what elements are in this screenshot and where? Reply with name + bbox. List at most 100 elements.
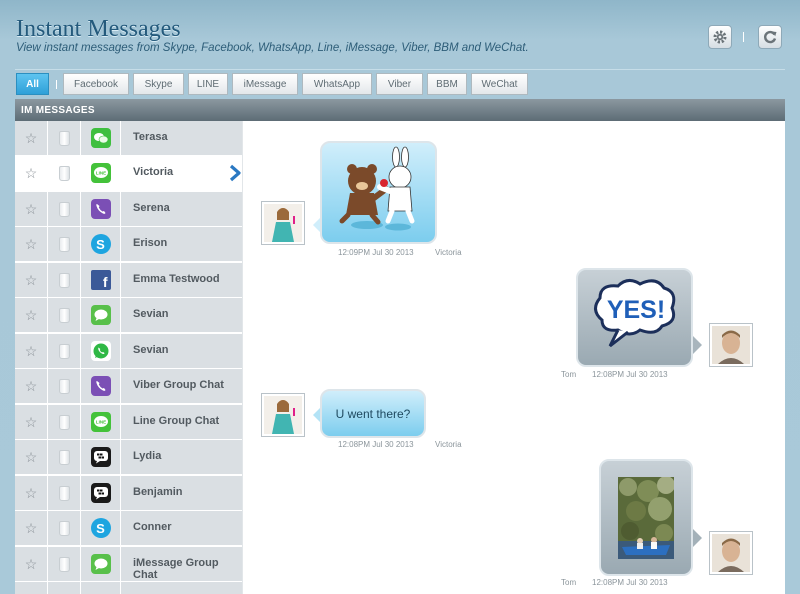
message-bubble-sticker[interactable] <box>320 141 437 244</box>
page-title: Instant Messages <box>16 16 181 42</box>
contact-name: Victoria <box>133 166 174 178</box>
contact-row[interactable]: ☆ Terasa <box>15 121 242 156</box>
message-timestamp: 12:08PM Jul 30 2013 <box>338 440 414 449</box>
section-title: IM MESSAGES <box>15 99 785 121</box>
header-rule <box>15 69 785 70</box>
trash-icon[interactable] <box>58 414 70 430</box>
sticker-image <box>339 146 415 231</box>
tab-all[interactable]: All <box>16 73 49 95</box>
star-icon[interactable]: ☆ <box>25 378 38 395</box>
avatar <box>261 201 305 245</box>
trash-icon[interactable] <box>58 236 70 252</box>
conversation-view: 12:09PM Jul 30 2013 Victoria YES! Tom 12… <box>242 121 785 594</box>
contact-row[interactable]: ☆ iMessage Group Chat <box>15 547 242 582</box>
trash-icon[interactable] <box>58 201 70 217</box>
contact-row[interactable]: ☆ f Emma Testwood <box>15 263 242 298</box>
star-icon[interactable]: ☆ <box>25 556 38 573</box>
star-icon[interactable]: ☆ <box>25 272 38 289</box>
trash-icon[interactable] <box>58 556 70 572</box>
message-sender: Tom <box>561 370 577 379</box>
avatar <box>709 323 753 367</box>
contact-name: Benjamin <box>133 486 183 498</box>
tab-viber[interactable]: Viber <box>376 73 423 95</box>
star-icon[interactable]: ☆ <box>25 307 38 324</box>
contact-name: iMessage Group Chat <box>133 557 219 581</box>
avatar <box>709 531 753 575</box>
contact-row[interactable]: ☆ Benjamin <box>15 476 242 511</box>
contact-row[interactable]: ☆ S Conner <box>15 511 242 546</box>
contact-row[interactable]: ☆ Lydia <box>15 440 242 475</box>
trash-icon[interactable] <box>58 272 70 288</box>
star-icon[interactable]: ☆ <box>25 520 38 537</box>
tab-whatsapp[interactable]: WhatsApp <box>302 73 372 95</box>
trash-icon[interactable] <box>58 378 70 394</box>
bbm-icon <box>90 483 111 503</box>
contact-row[interactable]: ☆ LINE Line Group Chat <box>15 405 242 440</box>
skype-icon: S <box>90 518 111 538</box>
sticker-image: YES! <box>594 279 676 348</box>
message-bubble-photo[interactable] <box>599 459 693 576</box>
contact-name: Emma Testwood <box>133 273 220 285</box>
contact-name: Lydia <box>133 450 162 462</box>
contact-name: Serena <box>133 202 170 214</box>
settings-button[interactable] <box>708 25 732 49</box>
trash-icon[interactable] <box>58 130 70 146</box>
trash-icon[interactable] <box>58 343 70 359</box>
contact-row[interactable] <box>15 582 242 594</box>
bubble-tail <box>693 529 702 547</box>
imessage-icon <box>90 305 111 325</box>
svg-text:LINE: LINE <box>95 420 105 425</box>
contact-name: Erison <box>133 237 168 249</box>
viber-icon <box>90 376 111 396</box>
refresh-button[interactable] <box>758 25 782 49</box>
star-icon[interactable]: ☆ <box>25 414 38 431</box>
page-subtitle: View instant messages from Skype, Facebo… <box>16 42 529 54</box>
contact-row[interactable]: ☆ Viber Group Chat <box>15 369 242 404</box>
avatar <box>261 393 305 437</box>
tab-bbm[interactable]: BBM <box>427 73 467 95</box>
tab-imessage[interactable]: iMessage <box>232 73 298 95</box>
line-icon: LINE <box>90 163 111 183</box>
contact-row[interactable]: ☆ S Erison <box>15 227 242 262</box>
trash-icon[interactable] <box>58 449 70 465</box>
tab-facebook[interactable]: Facebook <box>63 73 129 95</box>
whatsapp-icon <box>90 341 111 361</box>
message-timestamp: 12:09PM Jul 30 2013 <box>338 248 414 257</box>
message-bubble-text[interactable]: U went there? <box>320 389 426 438</box>
tab-line[interactable]: LINE <box>188 73 228 95</box>
star-icon[interactable]: ☆ <box>25 130 38 147</box>
contact-list: ☆ Terasa ☆ LINE Victoria ☆ Serena ☆ S Er… <box>15 121 242 594</box>
tab-wechat[interactable]: WeChat <box>471 73 528 95</box>
star-icon[interactable]: ☆ <box>25 236 38 253</box>
trash-icon[interactable] <box>58 485 70 501</box>
message-bubble-sticker[interactable]: YES! <box>576 268 693 367</box>
contact-row[interactable]: ☆ Serena <box>15 192 242 227</box>
contact-row[interactable]: ☆ Sevian <box>15 334 242 369</box>
trash-icon[interactable] <box>58 520 70 536</box>
facebook-icon: f <box>90 270 111 290</box>
bbm-icon <box>90 447 111 467</box>
star-icon[interactable]: ☆ <box>25 449 38 466</box>
message-sender: Victoria <box>435 440 462 449</box>
contact-row[interactable]: ☆ Sevian <box>15 298 242 333</box>
star-icon[interactable]: ☆ <box>25 485 38 502</box>
filter-divider <box>56 80 57 89</box>
page-header: Instant Messages View instant messages f… <box>0 0 800 70</box>
trash-icon[interactable] <box>58 307 70 323</box>
tab-skype[interactable]: Skype <box>133 73 184 95</box>
messages-panel: ☆ Terasa ☆ LINE Victoria ☆ Serena ☆ S Er… <box>15 121 785 594</box>
chevron-right-icon <box>229 164 241 182</box>
sticker-text: YES! <box>607 296 665 324</box>
star-icon[interactable]: ☆ <box>25 165 38 182</box>
star-icon[interactable]: ☆ <box>25 343 38 360</box>
skype-icon: S <box>90 234 111 254</box>
photo-thumbnail[interactable] <box>618 476 674 559</box>
refresh-icon <box>764 30 777 44</box>
contact-name: Line Group Chat <box>133 415 220 427</box>
trash-icon[interactable] <box>58 165 70 181</box>
contact-name: Terasa <box>133 131 168 143</box>
contact-row-selected[interactable]: ☆ LINE Victoria <box>15 156 242 191</box>
star-icon[interactable]: ☆ <box>25 201 38 218</box>
contact-name: Sevian <box>133 308 169 320</box>
svg-text:LINE: LINE <box>95 171 105 176</box>
